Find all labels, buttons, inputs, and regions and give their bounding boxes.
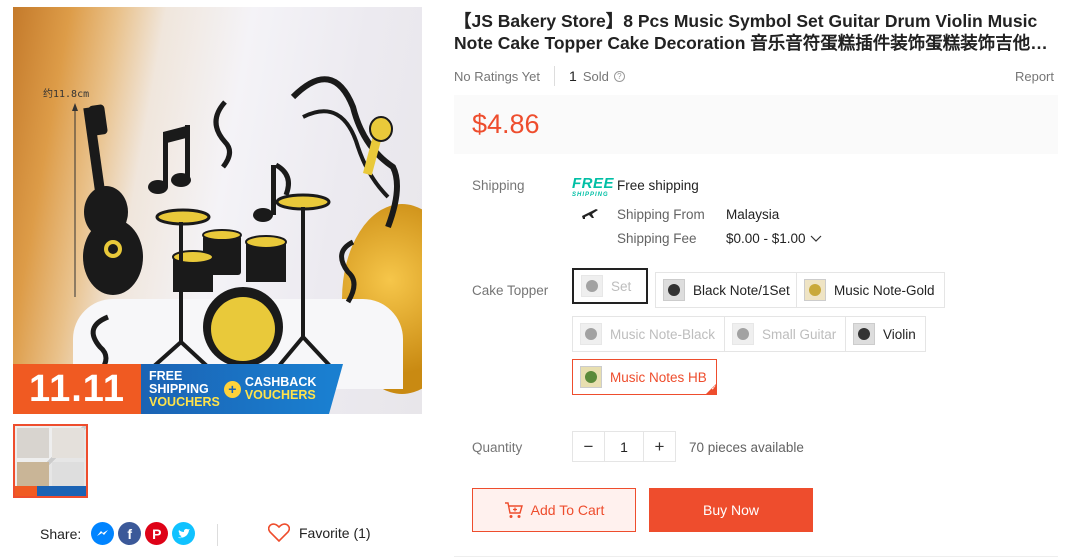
chevron-down-icon xyxy=(810,235,822,242)
plus-icon: + xyxy=(223,380,241,398)
shipping-fee-label: Shipping Fee xyxy=(617,231,697,246)
variation-thumbnail xyxy=(732,323,754,345)
banner-cashback: CASHBACK VOUCHERS xyxy=(244,375,317,402)
buy-now-button[interactable]: Buy Now xyxy=(649,488,813,532)
favorite-button[interactable]: Favorite (1) xyxy=(268,523,371,542)
divider xyxy=(217,524,218,546)
stock-available: 70 pieces available xyxy=(689,440,804,455)
report-link[interactable]: Report xyxy=(1015,69,1054,84)
heart-icon xyxy=(268,523,290,542)
free-shipping-text: Free shipping xyxy=(617,178,699,193)
ratings-text[interactable]: No Ratings Yet xyxy=(454,69,540,84)
favorite-label: Favorite (1) xyxy=(299,524,371,541)
promo-banner: 11.11 FREE SHIPPING VOUCHERS + CASHBACK … xyxy=(13,364,343,414)
shipping-from-label: Shipping From xyxy=(617,207,705,222)
shipping-fee-dropdown[interactable]: $0.00 - $1.00 xyxy=(726,231,822,246)
product-meta: No Ratings Yet 1 Sold ? Report xyxy=(454,66,1054,86)
divider xyxy=(454,556,1058,557)
product-main-image[interactable]: 约11.8cm 11.11 FREE SHIPPING VOUCHERS + C… xyxy=(13,7,422,414)
cart-icon xyxy=(504,501,523,518)
sold-label: Sold xyxy=(582,68,609,84)
sold-count: 1 xyxy=(569,68,577,84)
variation-option-set[interactable]: Set xyxy=(572,268,648,304)
messenger-icon[interactable] xyxy=(91,522,115,545)
product-thumbnail[interactable] xyxy=(13,424,88,498)
quantity-decrease-button[interactable]: − xyxy=(573,432,604,461)
quantity-input[interactable]: 1 xyxy=(604,432,644,461)
add-to-cart-button[interactable]: Add To Cart xyxy=(472,488,636,532)
quantity-increase-button[interactable]: + xyxy=(644,432,675,461)
cake-topper-artwork xyxy=(72,76,400,374)
variation-thumbnail xyxy=(804,279,826,301)
variation-option-small-guitar[interactable]: Small Guitar xyxy=(724,316,847,352)
shipping-label: Shipping xyxy=(472,178,525,193)
twitter-icon[interactable] xyxy=(172,522,196,545)
variation-thumbnail xyxy=(663,279,685,301)
variation-option-music-notes-hb[interactable]: Music Notes HB xyxy=(572,359,717,395)
product-title: 【JS Bakery Store】8 Pcs Music Symbol Set … xyxy=(454,11,1048,53)
banner-1111: 11.11 xyxy=(13,364,141,414)
share-bar: Share: f P xyxy=(40,522,196,545)
selected-check-icon xyxy=(704,383,717,395)
quantity-label: Quantity xyxy=(472,440,523,455)
variation-thumbnail xyxy=(853,323,875,345)
variation-option-music-note-gold[interactable]: Music Note-Gold xyxy=(796,272,945,308)
variation-thumbnail xyxy=(580,366,602,388)
pinterest-icon[interactable]: P xyxy=(145,522,169,545)
quantity-stepper: − 1 + xyxy=(572,431,676,462)
banner-free-shipping: FREE SHIPPING VOUCHERS xyxy=(149,368,220,409)
variation-option-black-note[interactable]: Black Note/1Set xyxy=(655,272,800,308)
variation-option-music-note-black[interactable]: Music Note-Black xyxy=(572,316,726,352)
variation-thumbnail xyxy=(581,275,603,297)
shipping-fee-value: $0.00 - $1.00 xyxy=(726,231,806,246)
facebook-icon[interactable]: f xyxy=(118,522,142,545)
help-icon[interactable]: ? xyxy=(613,70,625,82)
shipping-from-value: Malaysia xyxy=(726,207,780,222)
share-label: Share: xyxy=(40,525,82,542)
variation-thumbnail xyxy=(580,323,602,345)
variation-label: Cake Topper xyxy=(472,283,549,298)
measure-label: 约11.8cm xyxy=(43,89,90,100)
truck-icon xyxy=(582,209,598,219)
price-box: $4.86 xyxy=(454,95,1058,154)
price: $4.86 xyxy=(472,109,540,139)
banner-vouchers: FREE SHIPPING VOUCHERS + CASHBACK VOUCHE… xyxy=(141,364,329,414)
free-shipping-icon: FREE SHIPPING xyxy=(572,175,615,198)
variation-option-violin[interactable]: Violin xyxy=(845,316,926,352)
